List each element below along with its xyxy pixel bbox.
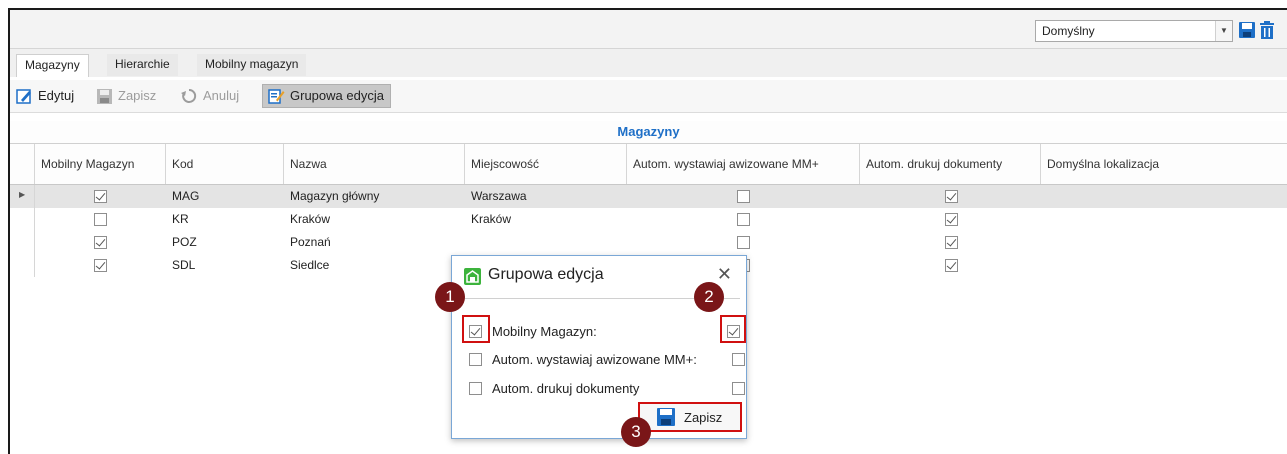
dialog-save-button[interactable]: Zapisz bbox=[638, 402, 742, 432]
group-edit-button[interactable]: Grupowa edycja bbox=[262, 84, 391, 108]
layout-select-value: Domyślny bbox=[1042, 24, 1095, 38]
auto-mm-checkbox[interactable] bbox=[737, 190, 750, 203]
row-indicator: ▶ bbox=[10, 185, 35, 208]
field-label: Autom. drukuj dokumenty bbox=[492, 381, 640, 396]
cell-name: Magazyn główny bbox=[290, 189, 380, 203]
column-header[interactable]: Kod bbox=[166, 144, 284, 184]
save-icon bbox=[657, 408, 675, 426]
delete-layout-icon[interactable] bbox=[1258, 20, 1276, 40]
indicator-border bbox=[34, 185, 35, 277]
dialog-title: Grupowa edycja bbox=[488, 266, 604, 283]
save-label: Zapisz bbox=[118, 88, 157, 103]
tab-mobilny-magazyn[interactable]: Mobilny magazyn bbox=[197, 54, 307, 76]
mobile-checkbox[interactable] bbox=[94, 213, 107, 226]
column-header[interactable]: Domyślna lokalizacja bbox=[1041, 144, 1287, 184]
cell-city: Warszawa bbox=[471, 189, 527, 203]
group-edit-label: Grupowa edycja bbox=[290, 88, 384, 103]
edit-label: Edytuj bbox=[38, 88, 75, 103]
column-header[interactable]: Miejscowość bbox=[465, 144, 627, 184]
cell-code: POZ bbox=[172, 235, 197, 249]
group-edit-icon bbox=[268, 89, 285, 104]
cell-code: MAG bbox=[172, 189, 200, 203]
auto-print-checkbox[interactable] bbox=[945, 190, 958, 203]
field-value-checkbox[interactable] bbox=[732, 382, 745, 395]
close-icon[interactable]: ✕ bbox=[717, 264, 732, 285]
save-button[interactable]: Zapisz bbox=[96, 84, 156, 108]
table-row[interactable]: ▶ MAG Magazyn główny Warszawa bbox=[10, 185, 1287, 208]
row-indicator bbox=[10, 231, 35, 254]
chevron-down-icon[interactable]: ▼ bbox=[1215, 21, 1232, 41]
app-icon bbox=[464, 268, 481, 285]
column-header[interactable]: Autom. drukuj dokumenty bbox=[860, 144, 1041, 184]
app-window: Domyślny ▼ Magazyny Hierarchie Mobilny m… bbox=[8, 8, 1287, 454]
step-badge: 1 bbox=[435, 282, 465, 312]
edit-button[interactable]: Edytuj bbox=[16, 84, 74, 108]
mobile-checkbox[interactable] bbox=[94, 259, 107, 272]
auto-print-checkbox[interactable] bbox=[945, 236, 958, 249]
header-indicator bbox=[10, 144, 35, 184]
current-row-arrow-icon: ▶ bbox=[19, 190, 26, 199]
column-header[interactable]: Nazwa bbox=[284, 144, 465, 184]
edit-icon bbox=[16, 88, 31, 104]
tab-hierarchie[interactable]: Hierarchie bbox=[107, 54, 178, 76]
field-label: Autom. wystawiaj awizowane MM+: bbox=[492, 352, 697, 367]
top-bar: Domyślny ▼ bbox=[10, 10, 1287, 49]
auto-print-checkbox[interactable] bbox=[945, 213, 958, 226]
tab-magazyny[interactable]: Magazyny bbox=[16, 54, 89, 77]
tab-strip: Magazyny Hierarchie Mobilny magazyn bbox=[10, 49, 1287, 77]
dialog-save-label: Zapisz bbox=[684, 410, 723, 425]
field-label: Mobilny Magazyn: bbox=[492, 324, 597, 339]
grid-title: Magazyny bbox=[10, 121, 1287, 144]
cell-code: SDL bbox=[172, 258, 196, 272]
column-header[interactable]: Mobilny Magazyn bbox=[35, 144, 166, 184]
save-icon bbox=[97, 88, 112, 104]
auto-mm-checkbox[interactable] bbox=[737, 213, 750, 226]
layout-select[interactable]: Domyślny ▼ bbox=[1035, 20, 1233, 42]
table-row[interactable]: POZ Poznań bbox=[10, 231, 1287, 254]
step-badge: 3 bbox=[621, 417, 651, 447]
grid-header: Mobilny Magazyn Kod Nazwa Miejscowość Au… bbox=[10, 144, 1287, 185]
step-badge: 2 bbox=[694, 282, 724, 312]
dialog-field-auto-mm: Autom. wystawiaj awizowane MM+: bbox=[452, 348, 746, 370]
dialog-field-mobilny: Mobilny Magazyn: bbox=[452, 315, 746, 343]
table-row[interactable]: KR Kraków Kraków bbox=[10, 208, 1287, 231]
auto-mm-checkbox[interactable] bbox=[737, 236, 750, 249]
row-indicator bbox=[10, 208, 35, 231]
row-indicator bbox=[10, 254, 35, 277]
cell-name: Siedlce bbox=[290, 258, 330, 272]
dialog-field-auto-print: Autom. drukuj dokumenty bbox=[452, 377, 746, 399]
toolbar: Edytuj Zapisz Anuluj Grupowa edycja bbox=[10, 80, 1287, 113]
field-enable-checkbox[interactable] bbox=[469, 325, 482, 338]
field-value-checkbox[interactable] bbox=[732, 353, 745, 366]
cancel-button[interactable]: Anuluj bbox=[180, 84, 239, 108]
field-enable-checkbox[interactable] bbox=[469, 382, 482, 395]
save-layout-icon[interactable] bbox=[1238, 20, 1256, 40]
field-value-checkbox[interactable] bbox=[727, 325, 740, 338]
cell-city bbox=[465, 231, 627, 254]
column-header[interactable]: Autom. wystawiaj awizowane MM+ bbox=[627, 144, 860, 184]
mobile-checkbox[interactable] bbox=[94, 236, 107, 249]
cell-city: Kraków bbox=[471, 212, 512, 226]
cell-name: Poznań bbox=[290, 235, 331, 249]
mobile-checkbox[interactable] bbox=[94, 190, 107, 203]
cell-name: Kraków bbox=[290, 212, 331, 226]
undo-icon bbox=[181, 88, 197, 103]
cancel-label: Anuluj bbox=[203, 88, 240, 103]
cell-code: KR bbox=[172, 212, 189, 226]
field-enable-checkbox[interactable] bbox=[469, 353, 482, 366]
auto-print-checkbox[interactable] bbox=[945, 259, 958, 272]
